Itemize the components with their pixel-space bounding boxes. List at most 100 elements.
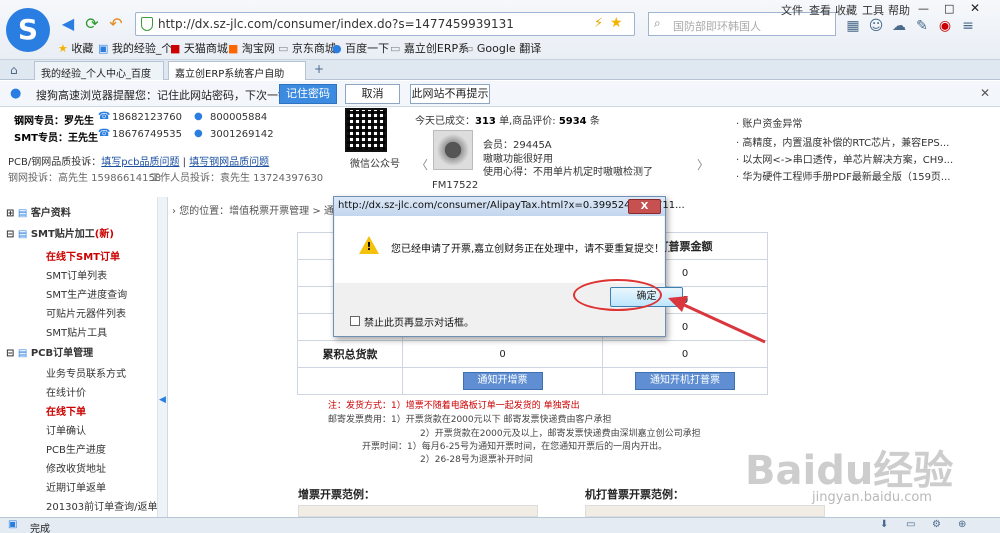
- search-box[interactable]: ⌕ 国防部即环韩国人: [648, 12, 836, 36]
- today-label: 今天已成交：: [415, 116, 475, 127]
- news-item[interactable]: · 高精度，内置温度补偿的RTC芯片，兼容EPS...: [736, 134, 949, 149]
- page-icon: ▣: [98, 42, 109, 55]
- close-icon[interactable]: ✕: [980, 86, 990, 100]
- stencil-quality-link[interactable]: 填写钢网品质问题: [189, 157, 269, 168]
- bookmark-tmall[interactable]: ■ 天猫商城: [170, 40, 228, 56]
- table-cell: 通知开增票: [402, 367, 603, 395]
- dialog-close-button[interactable]: X: [628, 199, 661, 214]
- zoom-icon[interactable]: ⊕: [958, 519, 966, 530]
- folder-icon: ▤: [17, 229, 28, 240]
- sidebar-item-smt-order[interactable]: 在线下SMT订单: [46, 248, 120, 263]
- menu-help[interactable]: 帮助: [888, 2, 910, 18]
- news-item[interactable]: · 账户资金异常: [736, 115, 802, 130]
- never-prompt-button[interactable]: 此网站不再提示: [410, 84, 490, 104]
- remember-password-button[interactable]: 记住密码: [279, 84, 337, 104]
- tab-experience[interactable]: 我的经验_个人中心_百度: [34, 61, 164, 80]
- phone-icon: ☎: [98, 111, 111, 122]
- highlight-ellipse: [573, 279, 662, 311]
- sidebar-group-label: SMT贴片加工: [30, 229, 95, 240]
- smt-qq[interactable]: 3001269142: [210, 129, 274, 140]
- back-icon[interactable]: ◀: [58, 14, 78, 34]
- news-item[interactable]: · 华为硬件工程师手册PDF最新最全版（159页...: [736, 168, 950, 183]
- bookmark-label: 我的经验_个: [111, 42, 173, 55]
- new-badge: (新): [94, 229, 114, 240]
- undo-icon[interactable]: ↶: [106, 14, 126, 34]
- machine-example-image: [585, 505, 825, 517]
- notify-vat-button[interactable]: 通知开增票: [462, 372, 543, 390]
- menu-view[interactable]: 查看: [809, 2, 831, 18]
- sidebar-item-place-order[interactable]: 在线下单: [46, 403, 86, 418]
- settings-icon[interactable]: ⚙: [932, 519, 941, 530]
- sidebar-item-components[interactable]: 可贴片元器件列表: [46, 305, 126, 320]
- collapse-icon: ⊟: [6, 348, 15, 359]
- alert-dialog: http://dx.sz-jlc.com/consumer/AlipayTax.…: [333, 196, 685, 337]
- star-icon[interactable]: ★: [610, 15, 623, 31]
- notify-machine-button[interactable]: 通知开机打普票: [635, 372, 735, 390]
- vat-example-title: 增票开票范例：: [298, 488, 375, 501]
- warning-mark: !: [366, 240, 372, 253]
- refresh-icon[interactable]: ⟳: [82, 14, 102, 34]
- suppress-checkbox-label: 禁止此页再显示对话框。: [364, 318, 474, 329]
- qr-label: 微信公众号: [350, 159, 400, 170]
- sidebar-item-smt-tools[interactable]: SMT贴片工具: [46, 324, 107, 339]
- sidebar-toggle[interactable]: ◀: [158, 197, 168, 517]
- download-icon[interactable]: ⬇: [880, 519, 888, 530]
- bookmark-google-translate[interactable]: ▭ Google 翻译: [463, 40, 541, 56]
- cancel-button[interactable]: 取消: [345, 84, 400, 104]
- table-cell: [297, 367, 403, 395]
- tab-erp[interactable]: 嘉立创ERP系统客户自助: [168, 61, 306, 80]
- search-input[interactable]: 国防部即环韩国人: [673, 18, 761, 34]
- lightning-icon[interactable]: ⚡: [594, 16, 603, 31]
- sidebar-item-contacts[interactable]: 业务专员联系方式: [46, 365, 126, 380]
- sidebar-item-quote[interactable]: 在线计价: [46, 384, 86, 399]
- home-icon[interactable]: ⌂: [10, 63, 18, 77]
- folder-icon: ▤: [17, 348, 28, 359]
- bookmark-experience[interactable]: ▣ 我的经验_个: [98, 40, 172, 56]
- phone-icon: ☎: [98, 128, 111, 139]
- suppress-checkbox[interactable]: [350, 316, 360, 326]
- menu-favorites[interactable]: 收藏: [835, 2, 857, 18]
- stencil-phone: 18682123760: [112, 112, 182, 123]
- minimize-icon[interactable]: —: [918, 2, 929, 15]
- menu-icon[interactable]: ≡: [960, 18, 976, 34]
- maximize-icon[interactable]: □: [944, 2, 954, 15]
- sidebar-item-old-orders[interactable]: 201303前订单查询/返单: [46, 498, 158, 513]
- sidebar-group-pcb[interactable]: ⊟ ▤ PCB订单管理: [6, 344, 93, 362]
- bookmark-favorites[interactable]: ★ 收藏: [58, 40, 93, 56]
- menu-file[interactable]: 文件: [781, 2, 803, 18]
- user-icon[interactable]: ☺: [868, 18, 884, 34]
- sidebar-item-smt-list[interactable]: SMT订单列表: [46, 267, 107, 282]
- today-count: 313: [475, 116, 496, 127]
- sidebar-item-smt-progress[interactable]: SMT生产进度查询: [46, 286, 127, 301]
- next-arrow-icon[interactable]: 〉: [697, 156, 709, 173]
- grid-icon[interactable]: ▦: [845, 18, 861, 34]
- breadcrumb: › 您的位置：增值税票开票管理 > 通: [172, 206, 334, 217]
- bookmark-jd[interactable]: ▭ 京东商城: [278, 40, 336, 56]
- product-name: FM17522: [432, 180, 479, 191]
- prev-arrow-icon[interactable]: 〈: [416, 156, 428, 173]
- info-icon: ●: [10, 86, 22, 101]
- menu-tools[interactable]: 工具: [862, 2, 884, 18]
- status-bar: ▣ 完成 ⬇ ▭ ⚙ ⊕: [0, 517, 1000, 533]
- sidebar-group-customer[interactable]: ⊞ ▤ 客户资料: [6, 204, 71, 222]
- sidebar-item-reorder[interactable]: 近期订单返单: [46, 479, 106, 494]
- new-tab-button[interactable]: +: [314, 62, 324, 76]
- close-window-icon[interactable]: ✕: [970, 1, 980, 15]
- bookmark-jlc[interactable]: ▭ 嘉立创ERP系: [390, 40, 469, 56]
- sidebar-group-smt[interactable]: ⊟ ▤ SMT贴片加工(新): [6, 225, 114, 243]
- news-item[interactable]: · 以太网<->串口透传，单芯片解决方案，CH9...: [736, 151, 953, 166]
- sidebar-item-confirm[interactable]: 订单确认: [46, 422, 86, 437]
- pcb-quality-link[interactable]: 填写pcb品质问题: [101, 157, 179, 168]
- plugin-icon[interactable]: ◉: [937, 18, 953, 34]
- sidebar-item-pcb-progress[interactable]: PCB生产进度: [46, 441, 106, 456]
- tool-icon[interactable]: ✎: [914, 18, 930, 34]
- cloud-icon[interactable]: ☁: [891, 18, 907, 34]
- product-image[interactable]: [433, 130, 473, 170]
- stencil-qq[interactable]: 800005884: [210, 112, 267, 123]
- bookmark-taobao[interactable]: ■ 淘宝网: [228, 40, 275, 56]
- sidebar-item-address[interactable]: 修改收货地址: [46, 460, 106, 475]
- window-icon[interactable]: ▭: [906, 519, 915, 530]
- bookmark-baidu[interactable]: ● 百度一下: [332, 40, 389, 56]
- page-icon: ▭: [463, 42, 474, 55]
- address-bar[interactable]: http://dx.sz-jlc.com/consumer/index.do?s…: [135, 12, 635, 36]
